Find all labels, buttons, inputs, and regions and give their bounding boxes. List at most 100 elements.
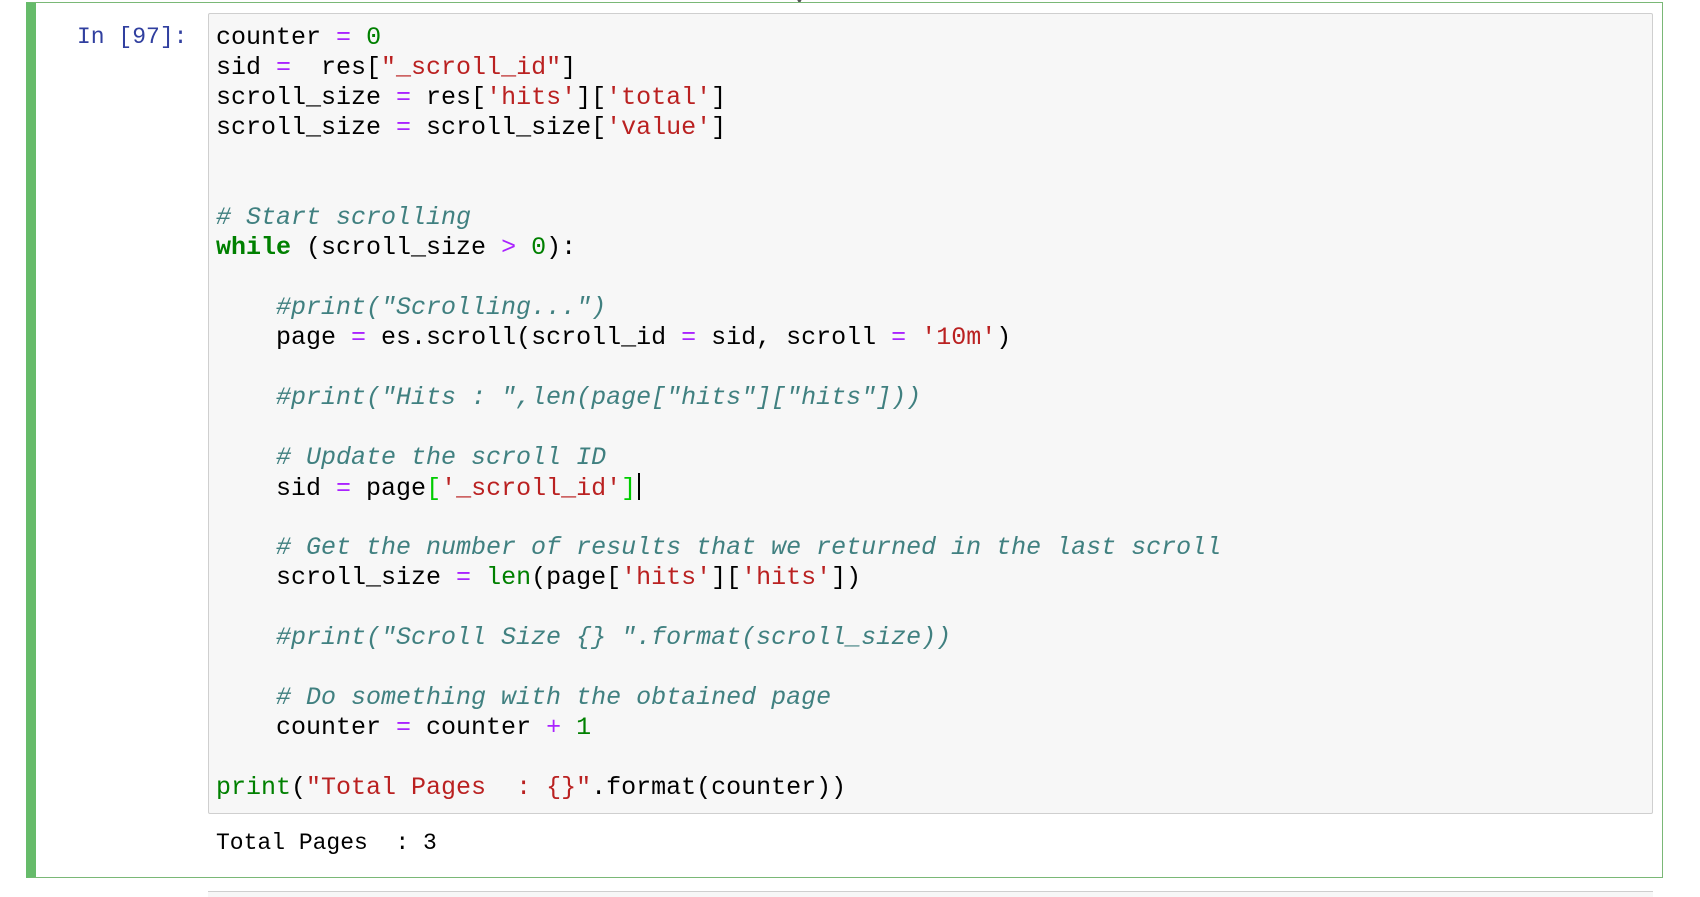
code-token: 'hits' <box>486 83 577 112</box>
code-token: ] <box>621 474 637 503</box>
code-token: ][ <box>711 563 742 592</box>
code-line: counter = counter + 1 <box>216 713 1221 743</box>
code-token: page <box>351 474 427 503</box>
code-line: page = es.scroll(scroll_id = sid, scroll… <box>216 323 1221 353</box>
code-token: #print("Hits : ",len(page["hits"]["hits"… <box>276 383 922 412</box>
code-token: ] <box>711 83 727 112</box>
code-line: # Get the number of results that we retu… <box>216 533 1221 563</box>
code-token: len <box>486 563 532 592</box>
code-token: # Start scrolling <box>216 203 472 232</box>
code-token: res[ <box>411 83 487 112</box>
code-content[interactable]: counter = 0 sid = res["_scroll_id"] scroll… <box>216 23 1221 803</box>
code-line: print("Total Pages : {}".format(counter)… <box>216 773 1221 803</box>
code-token: page <box>216 323 352 352</box>
code-token: 'hits' <box>621 563 712 592</box>
code-token: #print("Scrolling...") <box>276 293 607 322</box>
code-line: scroll_size = scroll_size['value'] <box>216 113 1221 143</box>
code-line: #print("Scrolling...") <box>216 293 1221 323</box>
code-token: 1 <box>576 713 592 742</box>
code-token: > <box>501 233 517 262</box>
code-line: sid = res["_scroll_id"] <box>216 53 1221 83</box>
code-token: .format(counter)) <box>591 773 847 802</box>
code-token: '10m' <box>921 323 997 352</box>
code-token: ] <box>561 53 577 82</box>
code-line: # Update the scroll ID <box>216 443 1221 473</box>
code-token: '_scroll_id' <box>441 474 622 503</box>
code-line: while (scroll_size > 0): <box>216 233 1221 263</box>
code-token: sid <box>216 53 277 82</box>
code-token: ( <box>291 773 307 802</box>
code-token: ) <box>996 323 1012 352</box>
code-token: scroll_size <box>216 563 457 592</box>
code-token: print <box>216 773 292 802</box>
code-token: 'hits' <box>741 563 832 592</box>
next-cell[interactable] <box>208 891 1653 897</box>
code-token: ): <box>546 233 577 262</box>
code-token: ][ <box>576 83 607 112</box>
code-token: res[ <box>291 53 382 82</box>
code-token: sid, scroll <box>696 323 892 352</box>
cell-output: Total Pages : 3 <box>216 830 437 856</box>
input-prompt: In [97]: <box>77 24 188 50</box>
code-token: scroll_size[ <box>411 113 607 142</box>
text-cursor <box>638 473 641 500</box>
code-line: #print("Hits : ",len(page["hits"]["hits"… <box>216 383 1221 413</box>
code-token: "_scroll_id" <box>381 53 562 82</box>
code-line: scroll_size = len(page['hits']['hits']) <box>216 563 1221 593</box>
code-token: ]) <box>831 563 862 592</box>
code-token: # Do something with the obtained page <box>276 683 832 712</box>
code-token: 'value' <box>606 113 712 142</box>
code-token: 'total' <box>606 83 712 112</box>
code-line: scroll_size = res['hits']['total'] <box>216 83 1221 113</box>
code-token: (scroll_size <box>291 233 502 262</box>
code-token: #print("Scroll Size {} ".format(scroll_s… <box>276 623 952 652</box>
code-line: # Do something with the obtained page <box>216 683 1221 713</box>
code-token: = <box>336 23 352 52</box>
code-token: 0 <box>531 233 547 262</box>
code-token: ] <box>711 113 727 142</box>
code-line: counter = 0 <box>216 23 1221 53</box>
code-token: # Update the scroll ID <box>276 443 607 472</box>
code-token: = <box>891 323 907 352</box>
code-token: = <box>276 53 292 82</box>
code-token: = <box>681 323 697 352</box>
code-token: sid <box>216 474 337 503</box>
code-token: = <box>336 474 352 503</box>
code-token: "Total Pages : {}" <box>306 773 592 802</box>
code-token: = <box>396 713 412 742</box>
code-token: = <box>456 563 472 592</box>
code-token: = <box>351 323 367 352</box>
code-token: counter <box>411 713 547 742</box>
code-token: 0 <box>366 23 382 52</box>
code-token: counter <box>216 23 337 52</box>
code-token: (page[ <box>531 563 622 592</box>
code-line: sid = page['_scroll_id'] <box>216 473 1221 503</box>
code-token: # Get the number of results that we retu… <box>276 533 1222 562</box>
code-token: while <box>216 233 292 262</box>
code-token: counter <box>216 713 397 742</box>
code-token: scroll_size <box>216 83 397 112</box>
code-token: [ <box>426 474 442 503</box>
code-token: es.scroll(scroll_id <box>366 323 682 352</box>
code-token: scroll_size <box>216 113 397 142</box>
code-token: + <box>546 713 562 742</box>
code-line: #print("Scroll Size {} ".format(scroll_s… <box>216 623 1221 653</box>
